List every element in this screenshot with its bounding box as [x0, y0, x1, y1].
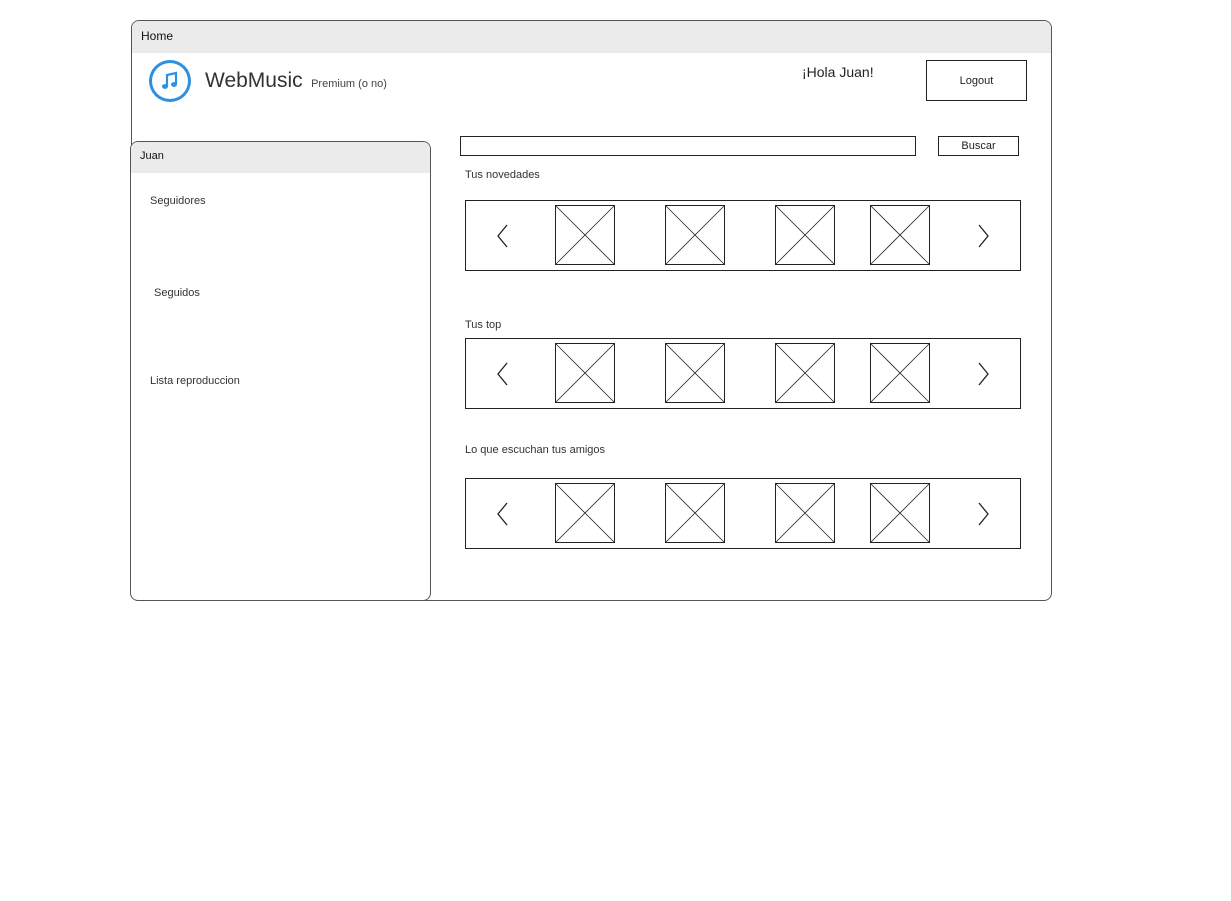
image-placeholder-icon[interactable] [665, 205, 725, 265]
window-titlebar: Home [132, 21, 1051, 53]
brand: WebMusic Premium (o no) [205, 69, 387, 93]
search-input[interactable] [460, 136, 916, 156]
chevron-left-icon[interactable] [495, 500, 511, 528]
carousel-novedades [465, 200, 1021, 271]
sidebar-item-seguidos[interactable]: Seguidos [154, 287, 200, 299]
section-title-novedades: Tus novedades [465, 169, 540, 181]
image-placeholder-icon[interactable] [775, 483, 835, 543]
app-name: WebMusic [205, 69, 303, 92]
image-placeholder-icon[interactable] [870, 483, 930, 543]
logout-button[interactable]: Logout [926, 60, 1027, 101]
chevron-left-icon[interactable] [495, 222, 511, 250]
chevron-right-icon[interactable] [975, 360, 991, 388]
image-placeholder-icon[interactable] [870, 343, 930, 403]
carousel-top [465, 338, 1021, 409]
user-greeting: ¡Hola Juan! [802, 64, 874, 80]
carousel-amigos [465, 478, 1021, 549]
sidebar-item-lista-reproduccion[interactable]: Lista reproduccion [150, 375, 240, 387]
image-placeholder-icon[interactable] [555, 483, 615, 543]
sidebar-user-name: Juan [140, 150, 164, 162]
image-placeholder-icon[interactable] [555, 205, 615, 265]
image-placeholder-icon[interactable] [775, 205, 835, 265]
image-placeholder-icon[interactable] [665, 343, 725, 403]
subscription-tier: Premium (o no) [311, 78, 387, 90]
chevron-right-icon[interactable] [975, 500, 991, 528]
image-placeholder-icon[interactable] [665, 483, 725, 543]
chevron-right-icon[interactable] [975, 222, 991, 250]
music-note-icon [149, 60, 191, 102]
image-placeholder-icon[interactable] [555, 343, 615, 403]
image-placeholder-icon[interactable] [775, 343, 835, 403]
section-title-top: Tus top [465, 319, 502, 331]
image-placeholder-icon[interactable] [870, 205, 930, 265]
search-button[interactable]: Buscar [938, 136, 1019, 156]
sidebar-header: Juan [131, 142, 430, 173]
window-title: Home [141, 29, 174, 43]
chevron-left-icon[interactable] [495, 360, 511, 388]
section-title-amigos: Lo que escuchan tus amigos [465, 444, 606, 456]
user-sidebar: Juan Seguidores Seguidos Lista reproducc… [130, 141, 431, 601]
sidebar-item-seguidores[interactable]: Seguidores [150, 195, 206, 207]
